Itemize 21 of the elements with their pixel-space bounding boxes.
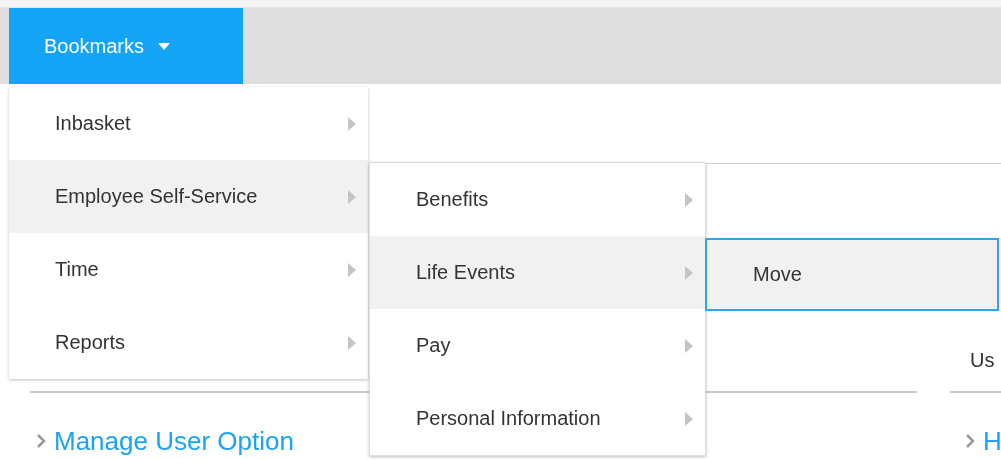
caret-icon bbox=[158, 42, 171, 50]
submenu-arrow-icon bbox=[348, 116, 356, 131]
submenu-arrow-icon bbox=[348, 262, 356, 277]
menu-item[interactable]: Personal Information bbox=[370, 382, 705, 455]
submenu-arrow-icon bbox=[348, 189, 356, 204]
chevron-icon bbox=[36, 433, 46, 449]
menu-item[interactable]: Move bbox=[705, 238, 999, 311]
menu-item[interactable]: Employee Self-Service bbox=[9, 160, 368, 233]
submenu-arrow-icon bbox=[348, 335, 356, 350]
menu-item[interactable]: Life Events bbox=[370, 236, 705, 309]
submenu-arrow-icon bbox=[685, 265, 693, 280]
submenu-arrow-icon bbox=[685, 338, 693, 353]
submenu-arrow-icon bbox=[685, 192, 693, 207]
chevron-icon bbox=[965, 433, 975, 449]
menu-item[interactable]: Reports bbox=[9, 306, 368, 379]
submenu-arrow-icon bbox=[685, 411, 693, 426]
menu-item[interactable]: Time bbox=[9, 233, 368, 306]
panel-heading: Us bbox=[969, 348, 996, 373]
menu-item[interactable]: Inbasket bbox=[9, 87, 368, 160]
menu-item[interactable]: Pay bbox=[370, 309, 705, 382]
menu-item[interactable]: Benefits bbox=[370, 163, 705, 236]
